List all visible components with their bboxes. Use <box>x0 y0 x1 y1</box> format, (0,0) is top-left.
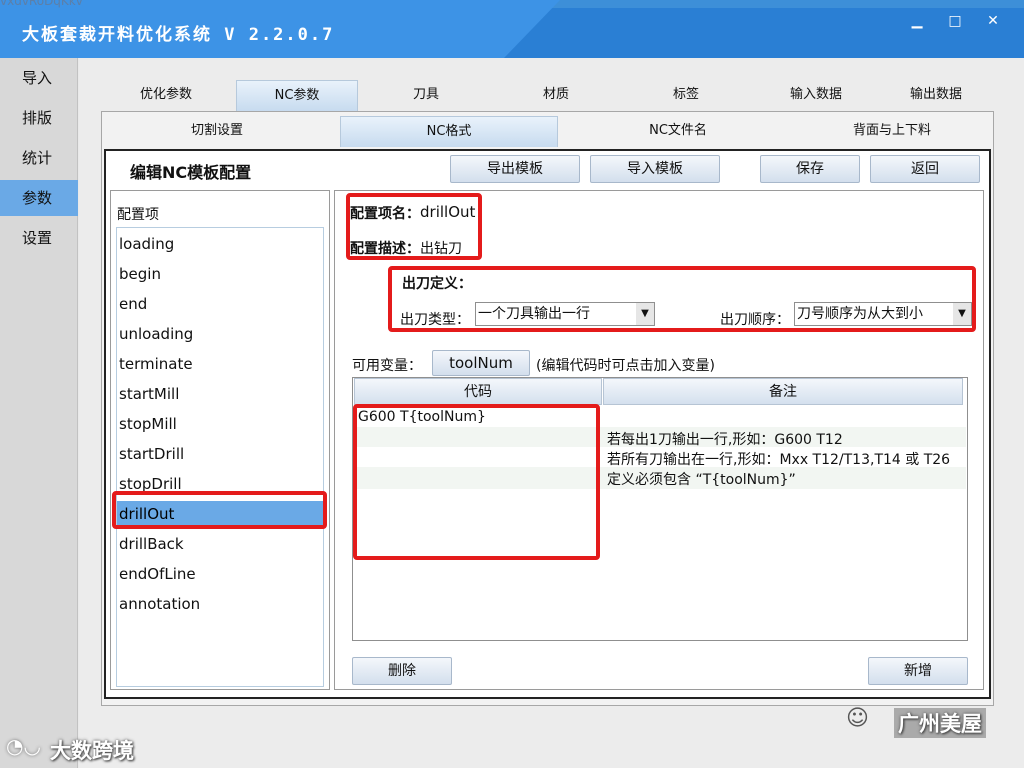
window-title: 大板套裁开料优化系统 V 2.2.0.7 <box>22 25 335 45</box>
config-item-endofline[interactable]: endOfLine <box>117 561 323 587</box>
config-desc-label: 配置描述： <box>350 241 420 257</box>
nav-parameters[interactable]: 参数 <box>0 180 78 216</box>
config-list-label: 配置项 <box>117 207 159 223</box>
chevron-down-icon[interactable]: ▼ <box>636 303 654 325</box>
wechat-logo-icon: ☺ <box>846 706 869 731</box>
config-item-unloading[interactable]: unloading <box>117 321 323 347</box>
out-type-value: 一个刀具输出一行 <box>478 306 590 322</box>
nav-layout[interactable]: 排版 <box>0 100 78 136</box>
config-desc-value: 出钻刀 <box>420 241 462 257</box>
tab-label[interactable]: 标签 <box>626 80 746 110</box>
close-icon[interactable]: ✕ <box>978 10 1008 32</box>
config-item-annotation[interactable]: annotation <box>117 591 323 617</box>
code-column-header[interactable]: 代码 <box>354 378 602 405</box>
out-type-select[interactable]: 一个刀具输出一行 ▼ <box>475 302 655 326</box>
config-item-end[interactable]: end <box>117 291 323 317</box>
config-name-value: drillOut <box>420 203 476 221</box>
note-column-header[interactable]: 备注 <box>603 378 963 405</box>
config-name-label: 配置项名： <box>350 206 420 222</box>
left-nav: 导入 排版 统计 参数 设置 <box>0 58 78 768</box>
note-line-2: 若所有刀输出在一行,形如：Mxx T12/T13,T14 或 T26 <box>607 452 951 468</box>
note-line-3: 定义必须包含 “T{toolNum}” <box>607 472 796 488</box>
note-line-1: 若每出1刀输出一行,形如：G600 T12 <box>607 432 843 448</box>
variable-hint: (编辑代码时可点击加入变量) <box>536 358 715 374</box>
editor-heading: 编辑NC模板配置 <box>130 163 252 182</box>
config-item-loading[interactable]: loading <box>117 231 323 257</box>
out-type-label: 出刀类型： <box>400 312 470 328</box>
code-cell[interactable]: G600 T{toolNum} <box>358 409 486 425</box>
nav-settings[interactable]: 设置 <box>0 220 78 256</box>
add-button[interactable]: 新增 <box>868 657 968 685</box>
toolnum-variable-button[interactable]: toolNum <box>432 350 530 376</box>
tab-nc-params[interactable]: NC参数 <box>236 80 358 111</box>
export-template-button[interactable]: 导出模板 <box>450 155 580 183</box>
tab-tools[interactable]: 刀具 <box>366 80 486 110</box>
config-item-stopmill[interactable]: stopMill <box>117 411 323 437</box>
out-order-label: 出刀顺序： <box>720 312 790 328</box>
tab-optimize-params[interactable]: 优化参数 <box>106 80 226 110</box>
subtab-nc-filename[interactable]: NC文件名 <box>570 116 786 146</box>
back-button[interactable]: 返回 <box>870 155 980 183</box>
nav-statistics[interactable]: 统计 <box>0 140 78 176</box>
out-def-label: 出刀定义： <box>402 276 472 292</box>
config-item-terminate[interactable]: terminate <box>117 351 323 377</box>
tab-input-data[interactable]: 输入数据 <box>756 80 876 110</box>
config-item-startdrill[interactable]: startDrill <box>117 441 323 467</box>
chevron-down-icon[interactable]: ▼ <box>953 303 971 325</box>
subtab-cut-settings[interactable]: 切割设置 <box>112 116 322 146</box>
watermark-right: 广州美屋 <box>894 708 986 738</box>
maximize-icon[interactable]: □ <box>940 10 970 32</box>
import-template-button[interactable]: 导入模板 <box>590 155 720 183</box>
out-order-value: 刀号顺序为从大到小 <box>797 306 923 322</box>
config-item-drillback[interactable]: drillBack <box>117 531 323 557</box>
config-item-startmill[interactable]: startMill <box>117 381 323 407</box>
nav-import[interactable]: 导入 <box>0 60 78 96</box>
available-vars-label: 可用变量： <box>352 358 422 374</box>
weibo-logo-icon: ◔◡ <box>6 734 41 758</box>
window-title-bar: vxdvRoDqKkv 大板套裁开料优化系统 V 2.2.0.7 ▁ □ ✕ <box>0 0 1024 58</box>
background-window-text: vxdvRoDqKkv <box>0 0 83 8</box>
config-item-stopdrill[interactable]: stopDrill <box>117 471 323 497</box>
config-item-begin[interactable]: begin <box>117 261 323 287</box>
out-order-select[interactable]: 刀号顺序为从大到小 ▼ <box>794 302 972 326</box>
tab-output-data[interactable]: 输出数据 <box>876 80 996 110</box>
watermark-left: 大数跨境 <box>50 739 134 763</box>
delete-button[interactable]: 删除 <box>352 657 452 685</box>
tab-material[interactable]: 材质 <box>496 80 616 110</box>
minimize-icon[interactable]: ▁ <box>902 10 932 32</box>
config-item-drillout[interactable]: drillOut <box>117 501 323 527</box>
subtab-nc-format[interactable]: NC格式 <box>340 116 558 147</box>
save-button[interactable]: 保存 <box>760 155 860 183</box>
subtab-back-loading[interactable]: 背面与上下料 <box>784 116 1000 146</box>
